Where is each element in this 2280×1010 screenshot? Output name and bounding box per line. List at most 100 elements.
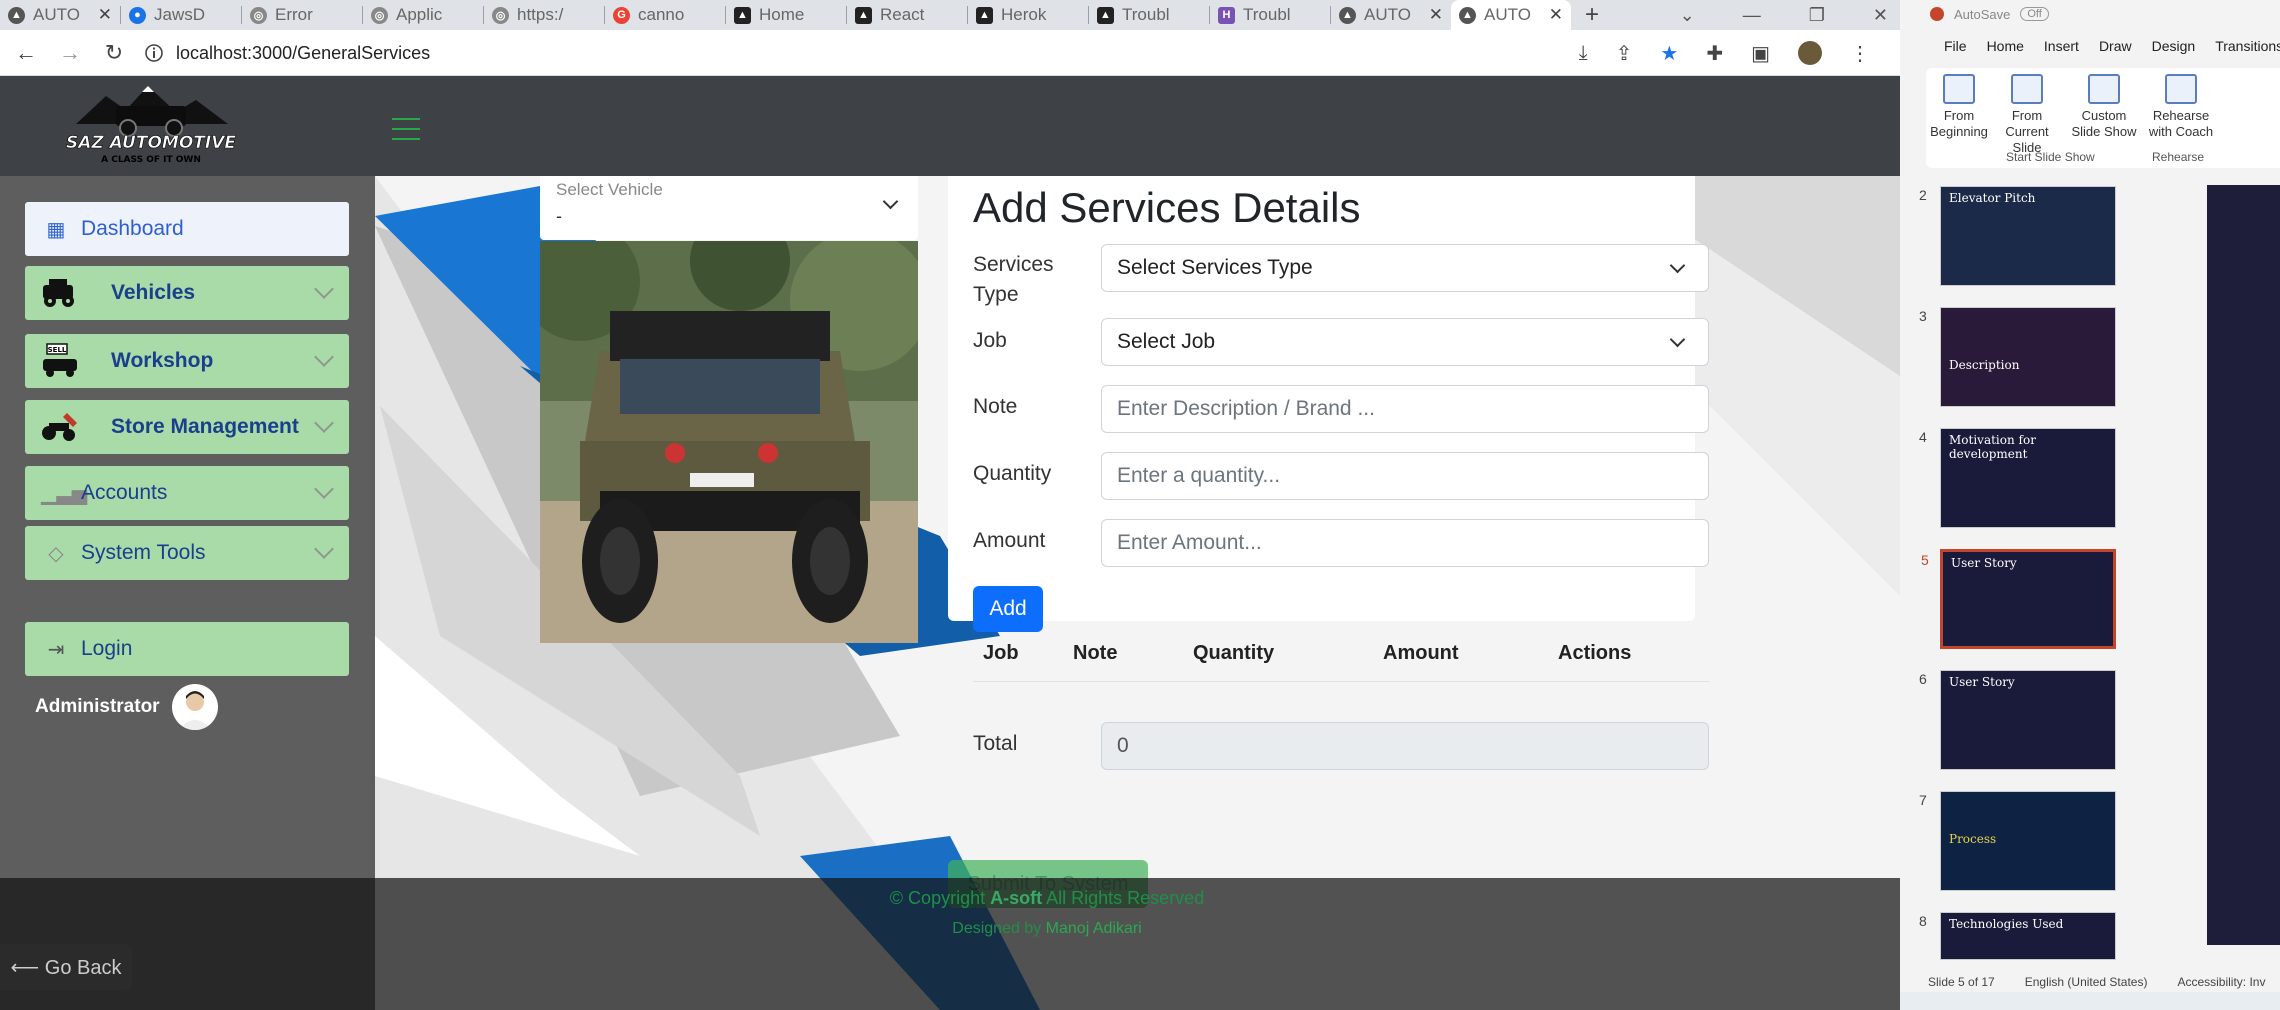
browser-tab[interactable]: H Troubl — [1210, 0, 1330, 30]
url-box[interactable]: localhost:3000/GeneralServices ⤓ ⇪ ★ ✚ ▣… — [140, 35, 1870, 71]
sidebar-item-workshop[interactable]: SELL Workshop — [25, 334, 349, 388]
site-info-icon[interactable] — [144, 43, 164, 63]
browser-tab[interactable]: Gcanno — [605, 0, 725, 30]
designer-link[interactable]: Manoj Adikari — [1046, 920, 1142, 937]
jeep-icon — [43, 279, 74, 307]
back-arrow-icon[interactable]: ← — [8, 40, 44, 66]
note-label: Note — [973, 395, 1018, 418]
browser-tab[interactable]: ◎ Error — [242, 0, 362, 30]
note-input[interactable]: Enter Description / Brand ... — [1101, 385, 1709, 433]
browser-tab[interactable]: ● JawsD — [121, 0, 241, 30]
login-icon: ⇥ — [47, 638, 65, 661]
browser-tab[interactable]: ▲ AUTO ✕ — [0, 0, 120, 30]
window-controls: ⌄ — ❐ ✕ — [1680, 0, 1900, 30]
job-select[interactable]: Select Job — [1101, 318, 1709, 366]
close-icon[interactable]: ✕ — [98, 5, 112, 25]
vehicle-select[interactable]: Select Vehicle - — [540, 176, 918, 240]
tab-title: AUTO — [1484, 5, 1531, 24]
install-icon[interactable]: ⤓ — [1579, 42, 1588, 65]
google-icon: G — [613, 6, 630, 24]
svg-text:SAZ AUTOMOTIVE: SAZ AUTOMOTIVE — [66, 133, 236, 153]
sidebar-item-login[interactable]: ⇥ Login — [25, 622, 349, 676]
slideshow-icon — [1943, 74, 1975, 104]
address-bar-row: ← → ↻ localhost:3000/GeneralServices ⤓ ⇪… — [0, 30, 1900, 76]
menu-file[interactable]: File — [1944, 38, 1967, 64]
minimize-icon[interactable]: — — [1743, 5, 1761, 26]
sidebar-item-system-tools[interactable]: ◇ System Tools — [25, 526, 349, 580]
new-tab-icon[interactable]: + — [1585, 1, 1599, 29]
browser-tab[interactable]: ◎ Applic — [363, 0, 483, 30]
autosave-toggle[interactable]: Off — [2020, 7, 2049, 21]
custom-slide-show-button[interactable]: Custom Slide Show — [2066, 74, 2142, 140]
slide-thumbnail[interactable]: 6 User Story — [1919, 670, 2116, 770]
sidebar-item-label: Login — [81, 637, 133, 660]
app-icon: ▲ — [855, 6, 872, 24]
menu-design[interactable]: Design — [2152, 38, 2196, 64]
column-header: Note — [1073, 642, 1118, 664]
job-label: Job — [973, 329, 1007, 352]
share-icon[interactable]: ⇪ — [1616, 41, 1633, 66]
column-header: Quantity — [1193, 642, 1275, 664]
language-status[interactable]: English (United States) — [2025, 975, 2148, 989]
rehearse-with-coach-button[interactable]: Rehearse with Coach — [2146, 74, 2216, 140]
user-info: Administrator — [35, 684, 218, 730]
hamburger-menu-icon[interactable] — [392, 118, 420, 140]
slide-thumbnail[interactable]: 8 Technologies Used — [1919, 912, 2116, 960]
avatar[interactable] — [171, 684, 218, 730]
menu-dots-icon[interactable]: ⋮ — [1850, 41, 1870, 66]
reload-icon[interactable]: ↻ — [96, 40, 132, 66]
sidebar-item-vehicles[interactable]: Vehicles — [25, 266, 349, 320]
sidebar-item-accounts[interactable]: ▁▃▅ Accounts — [25, 466, 349, 520]
chevron-down-icon — [1669, 257, 1686, 274]
tab-title: canno — [638, 5, 685, 24]
tab-title: https:/ — [517, 5, 564, 24]
browser-tab[interactable]: ▲ Herok — [968, 0, 1088, 30]
quantity-label: Quantity — [973, 462, 1052, 485]
sidepanel-icon[interactable]: ▣ — [1751, 41, 1770, 66]
close-window-icon[interactable]: ✕ — [1873, 5, 1888, 26]
from-current-slide-button[interactable]: From Current Slide — [1996, 74, 2058, 156]
menu-transitions[interactable]: Transitions — [2215, 38, 2280, 64]
sell-car-icon: SELL — [43, 343, 77, 377]
menu-draw[interactable]: Draw — [2099, 38, 2132, 64]
slide-thumbnail[interactable]: 4 Motivation for development — [1919, 428, 2116, 528]
slide-editor-canvas[interactable] — [2207, 185, 2280, 945]
bookmark-star-icon[interactable]: ★ — [1660, 41, 1678, 66]
globe-icon: ◎ — [371, 6, 388, 24]
extensions-icon[interactable]: ✚ — [1706, 41, 1723, 66]
browser-tab[interactable]: ▲ Troubl — [1089, 0, 1209, 30]
browser-tab[interactable]: ▲ Home — [726, 0, 846, 30]
sidebar-item-store-management[interactable]: Store Management — [25, 400, 349, 454]
chevron-down-icon — [314, 479, 334, 499]
slide-thumbnail[interactable]: 3 Description — [1919, 307, 2116, 407]
from-beginning-button[interactable]: From Beginning — [1930, 74, 1988, 140]
sidebar-item-dashboard[interactable]: ▦ Dashboard — [25, 202, 349, 256]
close-icon[interactable]: ✕ — [1549, 5, 1563, 25]
browser-tab[interactable]: ◎ https:/ — [484, 0, 604, 30]
sidebar-item-label: Accounts — [81, 481, 168, 504]
menu-home[interactable]: Home — [1987, 38, 2024, 64]
add-button[interactable]: Add — [973, 586, 1043, 632]
tab-search-icon[interactable]: ⌄ — [1680, 5, 1695, 26]
slide-thumbnail-selected[interactable]: 5 User Story — [1921, 549, 2116, 649]
url-text[interactable]: localhost:3000/GeneralServices — [176, 43, 430, 64]
go-back-button[interactable]: ⟵ Go Back — [0, 944, 132, 990]
app-icon: ▲ — [1097, 6, 1114, 24]
app-icon: ▲ — [976, 6, 993, 24]
column-header: Actions — [1558, 642, 1632, 664]
quantity-input[interactable]: Enter a quantity... — [1101, 452, 1709, 500]
browser-tab[interactable]: ▲ AUTO ✕ — [1331, 0, 1451, 30]
browser-tab[interactable]: ▲ React — [847, 0, 967, 30]
amount-input[interactable]: Enter Amount... — [1101, 519, 1709, 567]
slide-thumbnail[interactable]: 2 Elevator Pitch — [1919, 186, 2116, 286]
restore-icon[interactable]: ❐ — [1809, 5, 1825, 26]
close-icon[interactable]: ✕ — [1429, 5, 1443, 25]
browser-tab-active[interactable]: ▲ AUTO ✕ — [1451, 0, 1571, 30]
slide-thumbnail[interactable]: 7 Process — [1919, 791, 2116, 891]
accessibility-status[interactable]: Accessibility: Inv — [2177, 975, 2265, 989]
saz-automotive-logo[interactable]: SAZ AUTOMOTIVE A CLASS OF IT OWN — [56, 82, 246, 170]
profile-avatar[interactable] — [1798, 41, 1822, 65]
menu-insert[interactable]: Insert — [2044, 38, 2079, 64]
services-type-select[interactable]: Select Services Type — [1101, 244, 1709, 292]
forward-arrow-icon[interactable]: → — [52, 40, 88, 66]
